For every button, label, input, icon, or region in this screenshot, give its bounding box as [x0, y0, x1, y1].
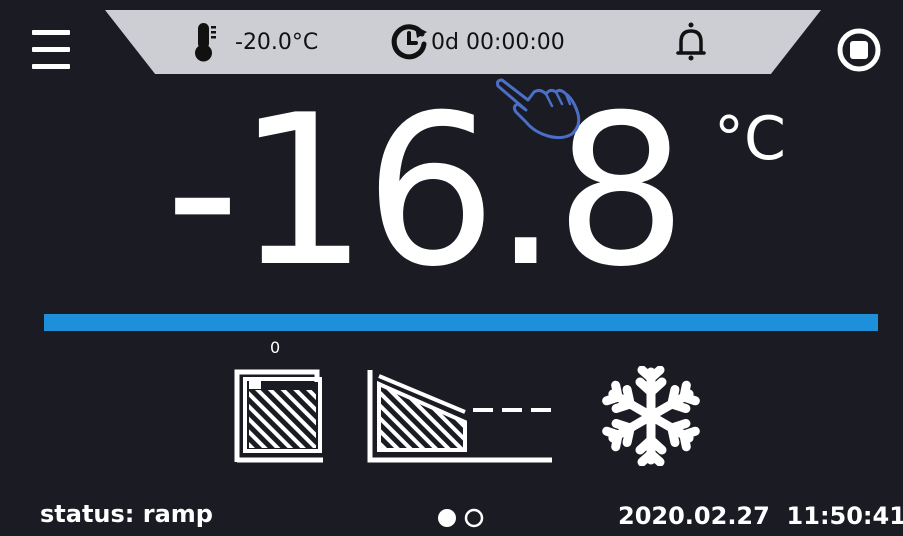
top-status-bar: -20.0°C 0d 00:00:00	[105, 10, 821, 74]
status-text: status: ramp	[40, 500, 213, 528]
menu-icon	[32, 30, 70, 35]
chamber-icon	[234, 369, 323, 463]
page-dot-inactive	[464, 508, 484, 528]
page-dot-active	[438, 509, 456, 527]
page-indicator[interactable]	[436, 507, 488, 529]
snowflake-icon	[600, 366, 702, 466]
progress-label: 0	[270, 338, 281, 357]
setpoint-temp-value: -20.0°C	[235, 29, 319, 55]
timer-icon	[391, 24, 427, 60]
setpoint-temp[interactable]: -20.0°C	[193, 20, 318, 64]
menu-button[interactable]	[32, 30, 70, 70]
ramp-profile-icon	[367, 370, 552, 463]
date-time: 2020.02.27 11:50:41	[618, 502, 903, 530]
stop-button[interactable]	[837, 28, 881, 72]
thermometer-icon	[195, 23, 216, 62]
stop-icon	[837, 28, 881, 72]
alarm-button[interactable]	[676, 20, 706, 64]
temperature-unit: °C	[714, 104, 786, 174]
hand-pointer-icon	[496, 78, 581, 140]
bell-icon	[676, 22, 706, 61]
timer-value: 0d 00:00:00	[431, 29, 565, 55]
current-temperature[interactable]: -16.8	[165, 82, 725, 302]
progress-bar	[44, 314, 878, 331]
timer[interactable]: 0d 00:00:00	[389, 20, 565, 64]
